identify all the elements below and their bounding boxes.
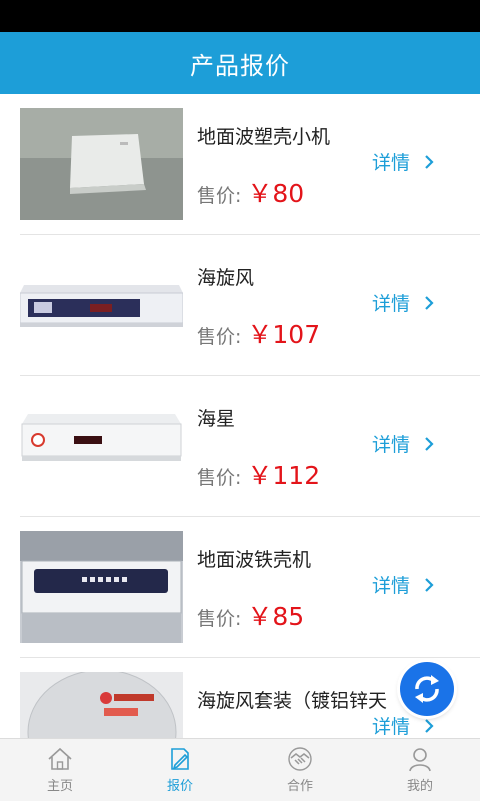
tab-mine[interactable]: 我的	[360, 739, 480, 801]
detail-link[interactable]: 详情	[372, 148, 438, 175]
detail-label: 详情	[371, 716, 410, 738]
product-item[interactable]: 地面波塑壳小机 售价: ￥80 详情	[20, 94, 480, 235]
detail-link[interactable]: 详情	[372, 430, 438, 457]
chevron-right-icon	[425, 718, 434, 733]
price-row: 售价: ￥85	[197, 597, 304, 633]
product-item[interactable]: 地面波铁壳机 售价: ￥85 详情	[20, 517, 480, 658]
price-value: ￥80	[247, 179, 305, 208]
product-name: 海旋风	[197, 267, 255, 289]
product-list[interactable]: 地面波塑壳小机 售价: ￥80 详情 海旋风 售价: ￥107 详情 海星 售价…	[0, 94, 480, 738]
page-title: 产品报价	[190, 51, 290, 80]
price-value: ￥112	[247, 461, 321, 490]
detail-label: 详情	[371, 152, 410, 174]
chevron-right-icon	[425, 436, 434, 451]
handshake-icon	[288, 747, 312, 771]
product-image	[20, 390, 183, 502]
product-image	[20, 531, 183, 643]
product-item[interactable]: 海旋风 售价: ￥107 详情	[20, 235, 480, 376]
chevron-right-icon	[425, 154, 434, 169]
detail-label: 详情	[371, 293, 410, 315]
tab-label: 我的	[406, 779, 433, 794]
tab-label: 报价	[166, 779, 193, 794]
product-name: 海星	[197, 408, 236, 430]
quote-icon	[171, 748, 189, 770]
product-name: 地面波铁壳机	[197, 549, 312, 571]
price-value: ￥107	[247, 320, 321, 349]
chevron-right-icon	[425, 295, 434, 310]
detail-link[interactable]: 详情	[372, 289, 438, 316]
product-item[interactable]: 海星 售价: ￥112 详情	[20, 376, 480, 517]
detail-label: 详情	[371, 575, 410, 597]
user-icon	[409, 748, 431, 772]
product-name: 地面波塑壳小机	[197, 126, 331, 148]
detail-label: 详情	[371, 434, 410, 456]
product-image	[20, 672, 183, 738]
price-label: 售价:	[197, 467, 242, 489]
product-name: 海旋风套装（镀铝锌天	[197, 690, 388, 712]
home-icon	[48, 747, 72, 770]
price-row: 售价: ￥107	[197, 315, 320, 351]
chevron-right-icon	[425, 577, 434, 592]
detail-link[interactable]: 详情	[372, 571, 438, 598]
price-row: 售价: ￥80	[197, 174, 304, 210]
refresh-icon	[415, 675, 439, 703]
status-bar	[0, 0, 480, 32]
price-label: 售价:	[197, 608, 242, 630]
tab-label: 主页	[46, 779, 73, 794]
refresh-button[interactable]	[400, 662, 454, 716]
price-row: 售价: ￥112	[197, 456, 320, 492]
product-image	[20, 249, 183, 361]
bottom-tab-bar: 主页 报价 合作 我的	[0, 738, 480, 801]
price-value: ￥85	[247, 602, 305, 631]
tab-cooperation[interactable]: 合作	[240, 739, 360, 801]
tab-label: 合作	[286, 779, 313, 794]
page-title-bar: 产品报价	[0, 32, 480, 94]
tab-home[interactable]: 主页	[0, 739, 120, 801]
tab-quote[interactable]: 报价	[120, 739, 240, 801]
price-label: 售价:	[197, 185, 242, 207]
price-label: 售价:	[197, 326, 242, 348]
product-image	[20, 108, 183, 220]
